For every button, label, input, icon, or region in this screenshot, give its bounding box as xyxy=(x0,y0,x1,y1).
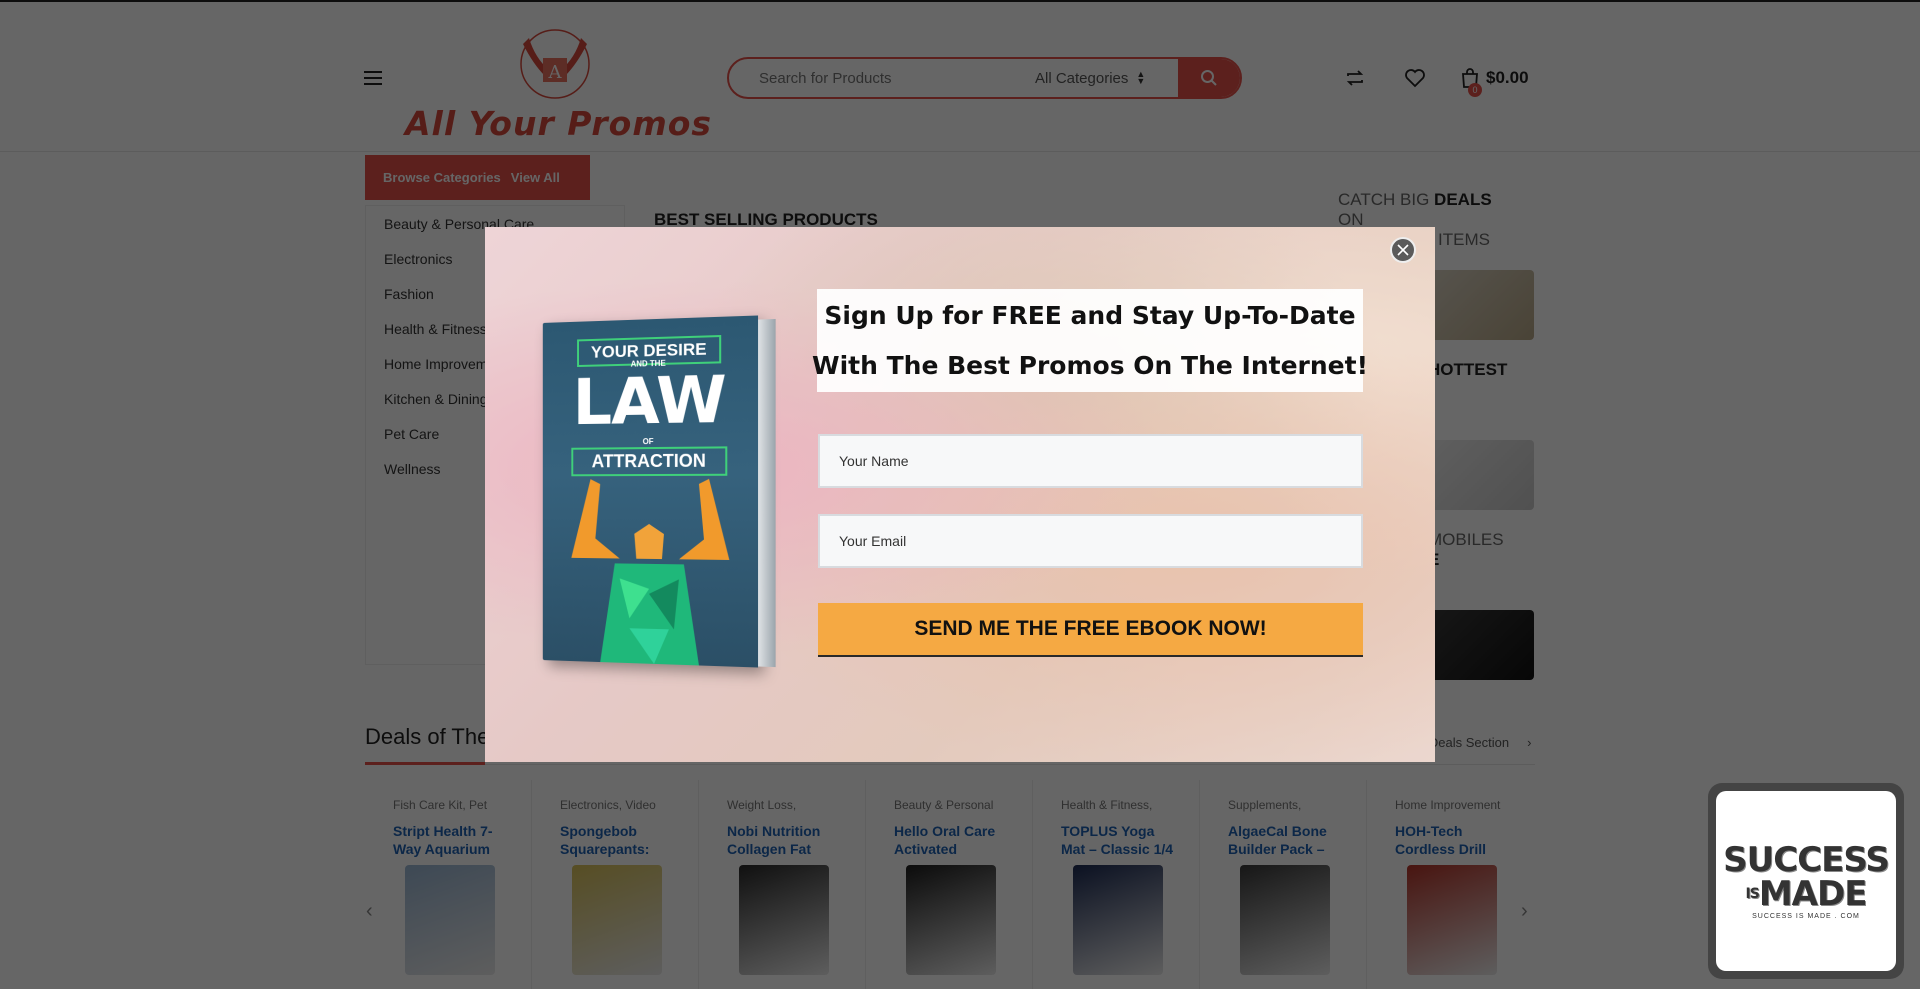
close-icon xyxy=(1397,244,1409,256)
widget-line-2: ISMADE xyxy=(1745,873,1868,914)
ebook-front: YOUR DESIRE AND THE LAW OF ATTRACTION xyxy=(542,315,759,668)
ebook-title-main: LAW xyxy=(572,363,726,440)
widget-line-2b: MADE xyxy=(1758,873,1868,914)
headline-line-1: Sign Up for FREE and Stay Up-To-Date xyxy=(824,300,1356,330)
success-is-made-widget[interactable]: SUCCESS ISMADE SUCCESS IS MADE . COM xyxy=(1708,783,1904,979)
success-is-made-logo[interactable]: SUCCESS ISMADE SUCCESS IS MADE . COM xyxy=(1716,791,1896,971)
signup-popup: YOUR DESIRE AND THE LAW OF ATTRACTION Si… xyxy=(485,227,1435,762)
ebook-cover-image: YOUR DESIRE AND THE LAW OF ATTRACTION xyxy=(542,315,776,668)
email-field[interactable] xyxy=(818,514,1363,568)
victory-figure-icon xyxy=(571,478,730,666)
widget-line-3: SUCCESS IS MADE . COM xyxy=(1752,912,1860,920)
widget-line-1: SUCCESS xyxy=(1723,839,1890,880)
ebook-title-of: OF xyxy=(642,437,654,447)
name-field[interactable] xyxy=(818,434,1363,488)
close-button[interactable] xyxy=(1390,237,1416,263)
headline-line-2: With The Best Promos On The Internet! xyxy=(812,350,1368,380)
send-ebook-button[interactable]: SEND ME THE FREE EBOOK NOW! xyxy=(818,603,1363,657)
widget-line-2a: IS xyxy=(1745,885,1760,902)
popup-headline: Sign Up for FREE and Stay Up-To-Date Wit… xyxy=(812,289,1368,392)
ebook-spine xyxy=(758,318,776,668)
